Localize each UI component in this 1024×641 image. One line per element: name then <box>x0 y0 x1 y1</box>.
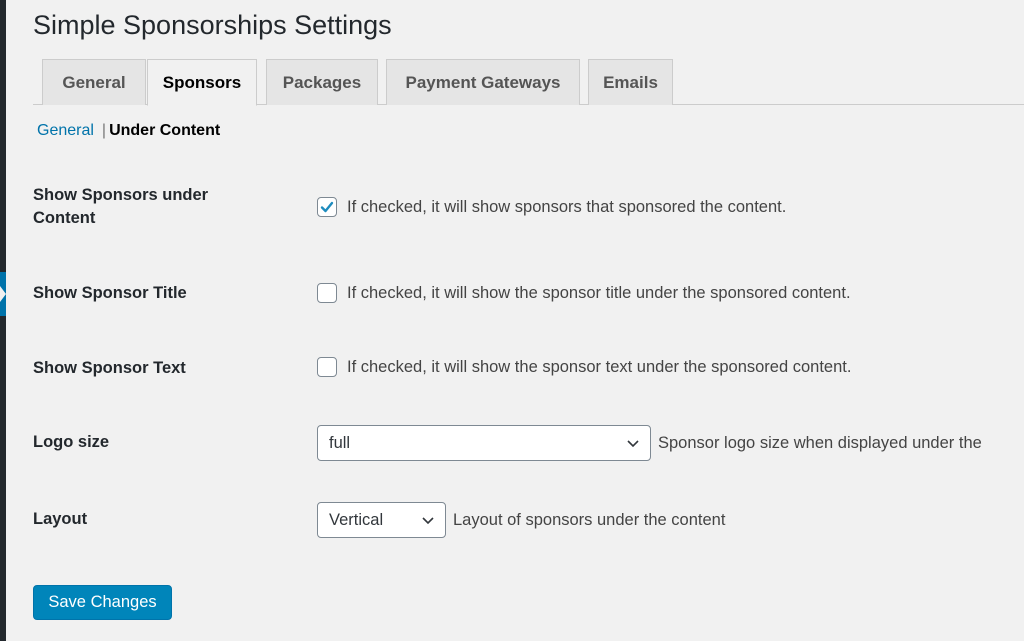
section-subnav: General | Under Content <box>37 122 220 140</box>
show-title-field: If checked, it will show the sponsor tit… <box>317 283 851 303</box>
tab-payment-gateways[interactable]: Payment Gateways <box>386 59 580 105</box>
show-text-field: If checked, it will show the sponsor tex… <box>317 357 851 377</box>
logo-size-select[interactable]: full <box>317 425 651 461</box>
save-changes-button[interactable]: Save Changes <box>33 585 172 620</box>
layout-description: Layout of sponsors under the content <box>453 510 726 529</box>
show-sponsors-checkbox[interactable] <box>317 197 337 217</box>
tab-packages[interactable]: Packages <box>266 59 378 105</box>
tab-emails[interactable]: Emails <box>588 59 673 105</box>
show-text-description: If checked, it will show the sponsor tex… <box>347 357 852 376</box>
layout-value: Vertical <box>329 510 384 529</box>
show-title-description: If checked, it will show the sponsor tit… <box>347 283 851 302</box>
chevron-down-icon <box>422 517 434 525</box>
subnav-general-link[interactable]: General <box>37 122 94 139</box>
layout-field: Vertical Layout of sponsors under the co… <box>317 502 725 538</box>
current-item-notch <box>0 286 6 302</box>
settings-tabs: General Sponsors Packages Payment Gatewa… <box>33 59 1024 106</box>
show-title-checkbox[interactable] <box>317 283 337 303</box>
checkmark-icon <box>320 201 334 213</box>
admin-sidebar-edge <box>0 0 6 641</box>
show-sponsors-label: Show Sponsors under Content <box>33 186 209 227</box>
layout-select[interactable]: Vertical <box>317 502 446 538</box>
logo-size-value: full <box>329 433 351 452</box>
show-title-label: Show Sponsor Title <box>33 284 187 302</box>
tab-sponsors[interactable]: Sponsors <box>147 59 257 106</box>
logo-size-field: full Sponsor logo size when displayed un… <box>317 425 982 461</box>
logo-size-label: Logo size <box>33 433 110 451</box>
page-title: Simple Sponsorships Settings <box>33 10 392 40</box>
tab-general[interactable]: General <box>42 59 146 105</box>
logo-size-description: Sponsor logo size when displayed under t… <box>658 433 982 452</box>
chevron-down-icon <box>627 440 639 448</box>
show-text-label: Show Sponsor Text <box>33 359 186 377</box>
subnav-separator: | <box>101 122 107 139</box>
show-text-checkbox[interactable] <box>317 357 337 377</box>
show-sponsors-description: If checked, it will show sponsors that s… <box>347 197 787 216</box>
show-sponsors-field: If checked, it will show sponsors that s… <box>317 197 786 217</box>
subnav-under-content: Under Content <box>109 122 221 139</box>
layout-label: Layout <box>33 510 88 528</box>
